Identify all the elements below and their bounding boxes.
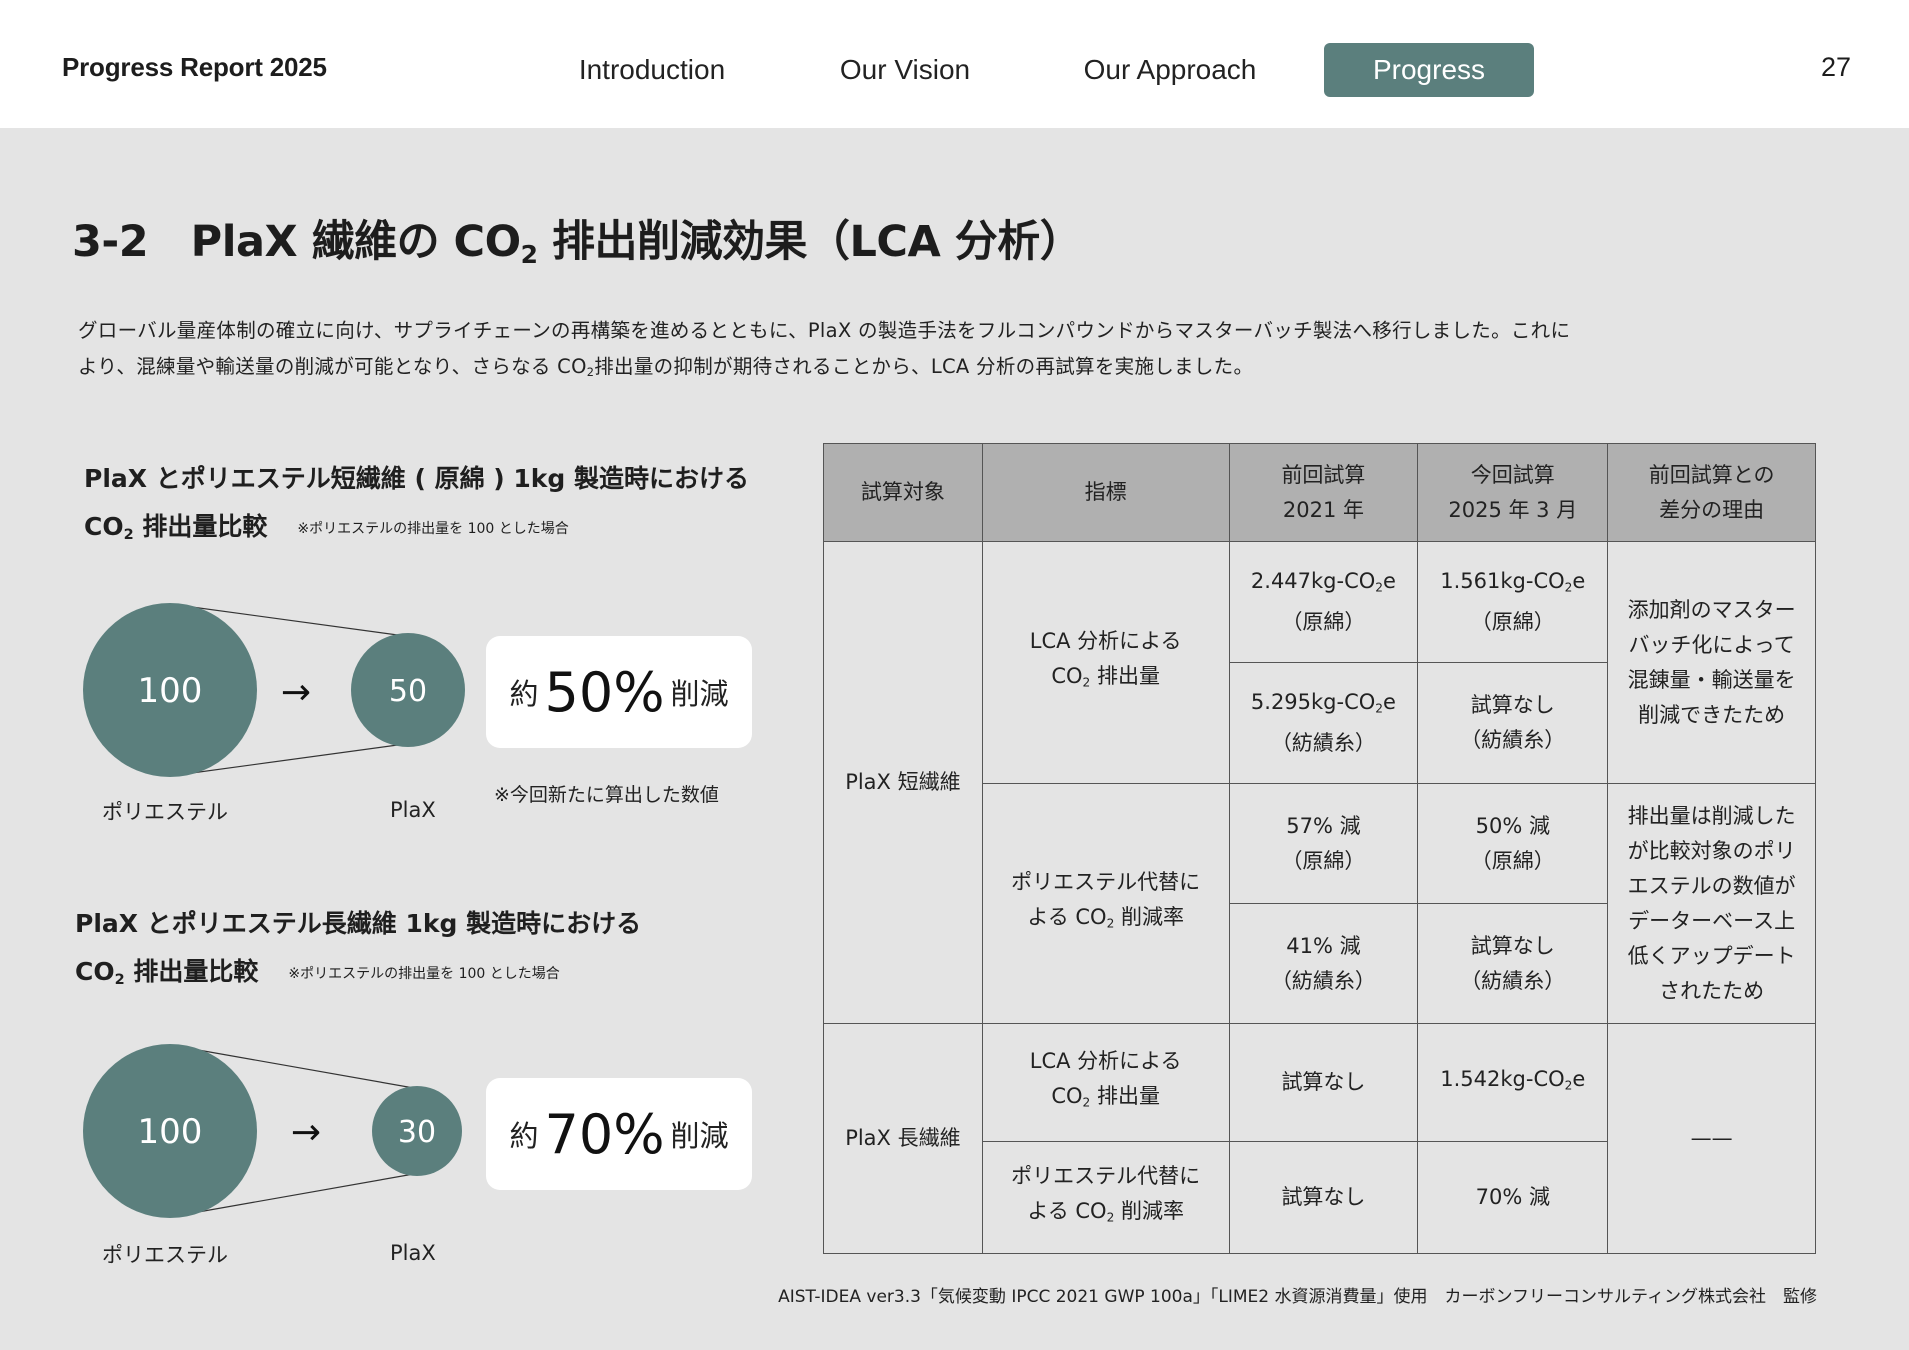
cell-value: 試算なし （紡績糸）: [1417, 903, 1609, 1024]
arrow-icon: →: [291, 1112, 321, 1153]
source-note: AIST-IDEA ver3.3「気候変動 IPCC 2021 GWP 100a…: [778, 1287, 1817, 1307]
table-row: PlaX 短繊維 LCA 分析による CO2 排出量 2.447kg-CO2e …: [823, 541, 1816, 1024]
nav-introduction[interactable]: Introduction: [560, 43, 744, 97]
plax-label: PlaX: [390, 798, 436, 822]
nav-progress[interactable]: Progress: [1324, 43, 1534, 97]
indicator-lca: LCA 分析による CO2 排出量: [981, 541, 1230, 784]
cell-value: 試算なし （紡績糸）: [1417, 662, 1609, 784]
header-indicator: 指標: [981, 443, 1230, 542]
page-header: Progress Report 2025 Introduction Our Vi…: [0, 0, 1909, 128]
polyester-value: 100: [138, 1112, 203, 1152]
long-fiber-heading: PlaX とポリエステル長繊維 1kg 製造時における CO2 排出量比較 ※ポリ…: [75, 909, 642, 989]
report-title: Progress Report 2025: [62, 52, 327, 82]
polyester-label: ポリエステル: [102, 800, 228, 824]
table-header-row: 試算対象 指標 前回試算 2021 年 今回試算 2025 年 3 月 前回試算との…: [823, 443, 1816, 542]
new-value-footnote: ※今回新たに算出した数値: [494, 784, 719, 806]
cell-reason: 添加剤のマスター バッチ化によって 混錬量・輸送量を 削減できたため: [1607, 541, 1816, 784]
cell-reason: ——: [1607, 1023, 1816, 1254]
cell-value: 70% 減: [1417, 1141, 1609, 1254]
cell-value: 57% 減 （原綿）: [1228, 783, 1419, 904]
cell-reason: 排出量は削減した が比較対象のポリ エステルの数値が データーベース上 低くアッ…: [1607, 783, 1816, 1024]
cell-value: 50% 減 （原綿）: [1417, 783, 1609, 904]
nav-our-vision[interactable]: Our Vision: [822, 43, 988, 97]
plax-value: 50: [389, 674, 427, 709]
reduction-box: 約 70% 削減: [486, 1078, 752, 1190]
short-fiber-heading: PlaX とポリエステル短繊維 ( 原綿 ) 1kg 製造時における CO2 排…: [84, 464, 750, 544]
header-reason: 前回試算との 差分の理由: [1607, 443, 1816, 542]
intro-line-2: より、混練量や輸送量の削減が可能となり、さらなる CO2排出量の抑制が期待される…: [78, 355, 1254, 380]
cell-value: 2.447kg-CO2e （原綿）: [1228, 541, 1419, 663]
cell-value: 試算なし: [1228, 1023, 1419, 1142]
target-long-fiber: PlaX 長繊維: [823, 1023, 983, 1254]
polyester-label: ポリエステル: [102, 1243, 228, 1267]
cell-value: 試算なし: [1228, 1141, 1419, 1254]
indicator-lca: LCA 分析による CO2 排出量: [981, 1023, 1230, 1142]
cell-value: 5.295kg-CO2e （紡績糸）: [1228, 662, 1419, 784]
reduction-box: 約 50% 削減: [486, 636, 752, 748]
long-fiber-note: ※ポリエステルの排出量を 100 とした場合: [288, 966, 560, 982]
plax-value: 30: [398, 1115, 436, 1150]
cell-value: 1.542kg-CO2e: [1417, 1023, 1609, 1142]
target-short-fiber: PlaX 短繊維: [823, 541, 983, 1024]
indicator-substitution: ポリエステル代替に よる CO2 削減率: [981, 1141, 1230, 1254]
indicator-substitution: ポリエステル代替に よる CO2 削減率: [981, 783, 1230, 1024]
short-fiber-note: ※ポリエステルの排出量を 100 とした場合: [297, 521, 569, 537]
intro-line-1: グローバル量産体制の確立に向け、サプライチェーンの再構築を進めるとともに、Pla…: [78, 319, 1571, 342]
nav-our-approach[interactable]: Our Approach: [1070, 43, 1270, 97]
lca-comparison-table: 試算対象 指標 前回試算 2021 年 今回試算 2025 年 3 月 前回試算との…: [823, 443, 1816, 1254]
polyester-value: 100: [138, 671, 203, 711]
cell-value: 41% 減 （紡績糸）: [1228, 903, 1419, 1024]
table-row: PlaX 長繊維 LCA 分析による CO2 排出量 試算なし 1.542kg-…: [823, 1023, 1816, 1254]
reduction-percent: 70%: [544, 1102, 665, 1166]
header-current: 今回試算 2025 年 3 月: [1417, 443, 1609, 542]
section-title: 3-2 PlaX 繊維の CO2 排出削減効果（LCA 分析）: [72, 217, 1083, 269]
reduction-percent: 50%: [544, 660, 665, 724]
header-previous: 前回試算 2021 年: [1228, 443, 1419, 542]
cell-value: 1.561kg-CO2e （原綿）: [1417, 541, 1609, 663]
page-number: 27: [1820, 52, 1851, 82]
intro-text: グローバル量産体制の確立に向け、サプライチェーンの再構築を進めるとともに、Pla…: [78, 313, 1798, 391]
arrow-icon: →: [281, 672, 311, 713]
plax-label: PlaX: [390, 1241, 436, 1265]
header-target: 試算対象: [823, 443, 983, 542]
